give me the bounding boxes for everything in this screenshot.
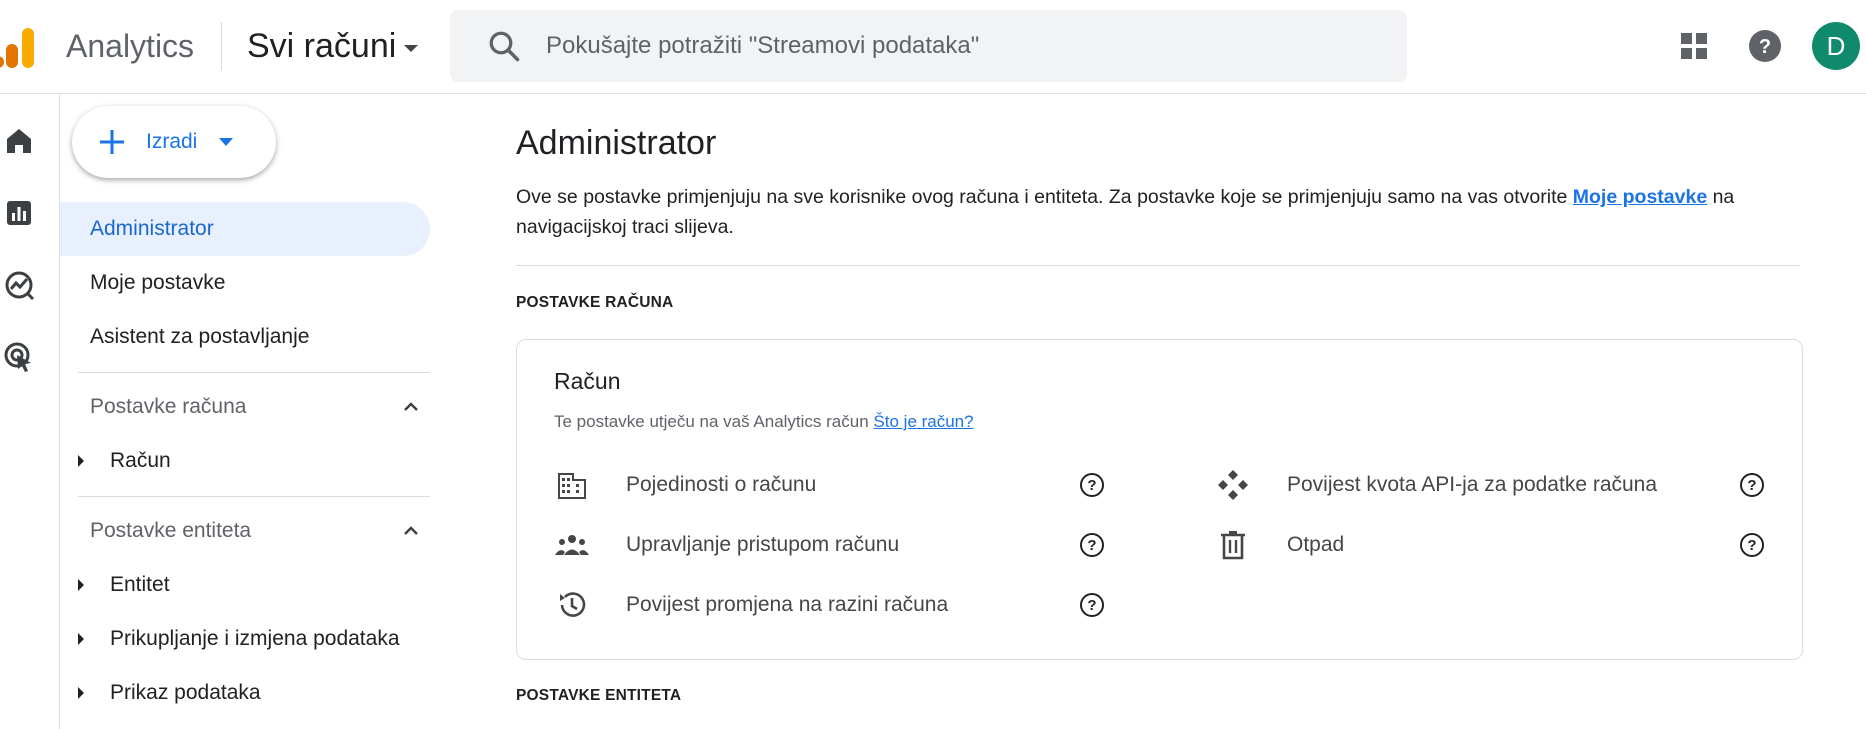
help-icon[interactable]: ?: [1079, 592, 1105, 618]
sidebar-divider: [78, 372, 430, 373]
advertising-icon[interactable]: [2, 340, 36, 374]
caret-down-icon: [404, 44, 419, 52]
card-description: Te postavke utječu na vaš Analytics raču…: [554, 412, 974, 432]
history-icon: [554, 587, 590, 623]
property-settings-label: POSTAVKE ENTITETA: [516, 687, 682, 704]
sidebar-item-my-settings[interactable]: Moje postavke: [60, 256, 430, 310]
building-icon: [554, 467, 590, 503]
avatar[interactable]: D: [1812, 22, 1860, 70]
sidebar-item-setup-assistant[interactable]: Asistent za postavljanje: [60, 310, 430, 364]
help-icon[interactable]: ?: [1739, 532, 1765, 558]
svg-text:?: ?: [1747, 477, 1756, 494]
top-bar: Analytics Svi računi ? D: [0, 0, 1866, 94]
explore-icon[interactable]: [2, 268, 36, 302]
expand-arrow-icon: [78, 579, 84, 591]
card-description-text: Te postavke utječu na vaš Analytics raču…: [554, 412, 869, 431]
apps-grid-icon[interactable]: [1674, 26, 1714, 66]
create-button-label: Izradi: [146, 130, 198, 153]
search-bar[interactable]: [450, 10, 1407, 82]
sidebar: Izradi Administrator Moje postavke Asist…: [60, 94, 440, 729]
property-settings-section[interactable]: Postavke entiteta: [90, 511, 420, 551]
svg-text:?: ?: [1087, 477, 1096, 494]
intro-text: Ove se postavke primjenjuju na sve koris…: [516, 182, 1816, 242]
row-label: Povijest promjena na razini računa: [626, 593, 949, 616]
help-icon[interactable]: ?: [1079, 472, 1105, 498]
what-is-account-link[interactable]: Što je račun?: [873, 412, 973, 431]
account-details-row[interactable]: Pojedinosti o računu: [554, 461, 816, 509]
row-label: Upravljanje pristupom računu: [626, 533, 900, 556]
sidebar-item-label: Prikupljanje i izmjena podataka: [110, 627, 400, 650]
analytics-logo[interactable]: [0, 24, 40, 70]
chevron-up-icon: [404, 402, 418, 411]
sidebar-item-label: Prikaz podataka: [110, 681, 261, 704]
sidebar-item-account[interactable]: Račun: [78, 441, 171, 481]
row-label: Pojedinosti o računu: [626, 473, 817, 496]
people-icon: [554, 527, 590, 563]
trash-row[interactable]: Otpad: [1215, 521, 1344, 569]
svg-text:?: ?: [1087, 537, 1096, 554]
create-button[interactable]: Izradi: [72, 106, 276, 178]
expand-arrow-icon: [78, 633, 84, 645]
chevron-up-icon: [404, 526, 418, 535]
expand-arrow-icon: [78, 455, 84, 467]
sidebar-item-data-display[interactable]: Prikaz podataka: [78, 673, 261, 713]
card-title: Račun: [554, 368, 621, 394]
account-picker[interactable]: Svi računi: [247, 24, 419, 68]
svg-text:?: ?: [1747, 537, 1756, 554]
help-icon[interactable]: ?: [1739, 472, 1765, 498]
sidebar-item-administrator[interactable]: Administrator: [60, 202, 430, 256]
help-icon[interactable]: ?: [1745, 26, 1785, 66]
left-rail: [0, 94, 60, 729]
account-access-row[interactable]: Upravljanje pristupom računu: [554, 521, 899, 569]
sidebar-item-label: Entitet: [110, 573, 170, 596]
help-icon[interactable]: ?: [1079, 532, 1105, 558]
account-picker-label: Svi računi: [247, 27, 397, 65]
home-icon[interactable]: [2, 124, 36, 158]
expand-arrow-icon: [78, 687, 84, 699]
reports-icon[interactable]: [2, 196, 36, 230]
my-settings-link[interactable]: Moje postavke: [1573, 186, 1707, 208]
api-quota-history-row[interactable]: Povijest kvota API-ja za podatke računa: [1215, 461, 1657, 509]
trash-icon: [1215, 527, 1251, 563]
row-label: Otpad: [1287, 533, 1345, 556]
sidebar-item-property[interactable]: Entitet: [78, 565, 170, 605]
svg-text:?: ?: [1759, 36, 1771, 58]
account-settings-title: Postavke računa: [90, 395, 247, 418]
header-divider: [221, 22, 222, 70]
sidebar-item-label: Račun: [110, 449, 171, 472]
account-change-history-row[interactable]: Povijest promjena na razini računa: [554, 581, 948, 629]
search-icon: [489, 31, 520, 62]
row-label: Povijest kvota API-ja za podatke računa: [1287, 473, 1658, 496]
quota-icon: [1215, 467, 1251, 503]
app-title: Analytics: [66, 28, 195, 64]
account-settings-label: POSTAVKE RAČUNA: [516, 294, 674, 311]
account-settings-section[interactable]: Postavke računa: [90, 387, 420, 427]
caret-down-icon: [219, 138, 234, 146]
svg-text:?: ?: [1087, 597, 1096, 614]
plus-icon: [100, 130, 124, 154]
account-card: Račun Te postavke utječu na vaš Analytic…: [516, 339, 1803, 660]
content-divider: [516, 265, 1800, 266]
property-settings-title: Postavke entiteta: [90, 519, 252, 542]
sidebar-item-data-collection[interactable]: Prikupljanje i izmjena podataka: [78, 619, 400, 659]
search-input[interactable]: [546, 32, 1346, 60]
sidebar-divider: [78, 496, 430, 497]
intro-text-start: Ove se postavke primjenjuju na sve koris…: [516, 186, 1573, 208]
main-content: Administrator Ove se postavke primjenjuj…: [516, 94, 1866, 729]
page-title: Administrator: [516, 124, 717, 162]
